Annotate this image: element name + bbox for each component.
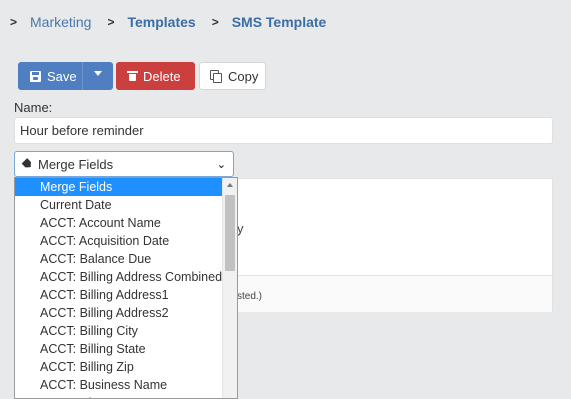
scroll-up-icon[interactable] [227, 183, 233, 187]
merge-fields-selected: Merge Fields [38, 156, 114, 172]
save-dropdown-caret-icon[interactable] [94, 71, 102, 76]
save-icon [30, 70, 41, 82]
merge-field-option[interactable]: ACCT: Billing Address Combined [15, 268, 222, 286]
merge-field-option[interactable]: Merge Fields [15, 178, 222, 196]
merge-field-option[interactable]: ACCT: Business Name [15, 376, 222, 394]
merge-field-option[interactable]: ACCT: Billing Zip [15, 358, 222, 376]
save-label: Save [47, 68, 77, 84]
editor-footer: sted.) [237, 275, 552, 312]
copy-button[interactable]: Copy [199, 62, 266, 90]
chevron-right-icon: > [10, 15, 18, 29]
name-input[interactable] [14, 117, 553, 144]
delete-button[interactable]: Delete [116, 62, 195, 90]
merge-field-option[interactable]: ACCT: Billing State [15, 340, 222, 358]
merge-field-option[interactable]: ACCT: Billing Address1 [15, 286, 222, 304]
breadcrumb-templates[interactable]: Templates [127, 14, 195, 30]
breadcrumb: > Marketing > Templates > SMS Template [10, 13, 342, 31]
merge-field-option[interactable]: ACCT: Billing Address2 [15, 304, 222, 322]
breadcrumb-marketing[interactable]: Marketing [30, 14, 91, 30]
merge-field-option[interactable]: ACCT: Acquisition Date [15, 232, 222, 250]
merge-field-option[interactable]: ACCT: Ci... [15, 394, 222, 398]
editor-footer-text: sted.) [237, 291, 263, 302]
breadcrumb-sms-template: SMS Template [231, 14, 327, 30]
merge-fields-list: Merge Fields Current Date ACCT: Account Na… [15, 178, 222, 398]
trash-icon [127, 71, 138, 81]
scroll-thumb[interactable] [225, 195, 235, 271]
delete-label: Delete [143, 68, 181, 84]
merge-fields-select[interactable]: Merge Fields ⌄ [14, 151, 234, 177]
save-button[interactable]: Save [18, 62, 113, 90]
chevron-right-icon: > [211, 15, 219, 29]
merge-field-option[interactable]: ACCT: Billing City [15, 322, 222, 340]
merge-fields-dropdown[interactable]: Merge Fields Current Date ACCT: Account Na… [14, 177, 238, 399]
copy-label: Copy [228, 68, 259, 84]
dropdown-scrollbar[interactable] [222, 178, 237, 398]
chevron-right-icon: > [107, 15, 115, 29]
name-label: Name: [14, 100, 53, 115]
copy-icon [210, 70, 222, 83]
chevron-down-icon: ⌄ [216, 159, 226, 171]
merge-field-option[interactable]: Current Date [15, 196, 222, 214]
merge-field-option[interactable]: ACCT: Account Name [15, 214, 222, 232]
toolbar: Save Delete Copy [18, 62, 266, 90]
merge-field-option[interactable]: ACCT: Balance Due [15, 250, 222, 268]
message-editor-panel[interactable]: y sted.) [236, 178, 553, 312]
tag-icon [21, 158, 33, 170]
